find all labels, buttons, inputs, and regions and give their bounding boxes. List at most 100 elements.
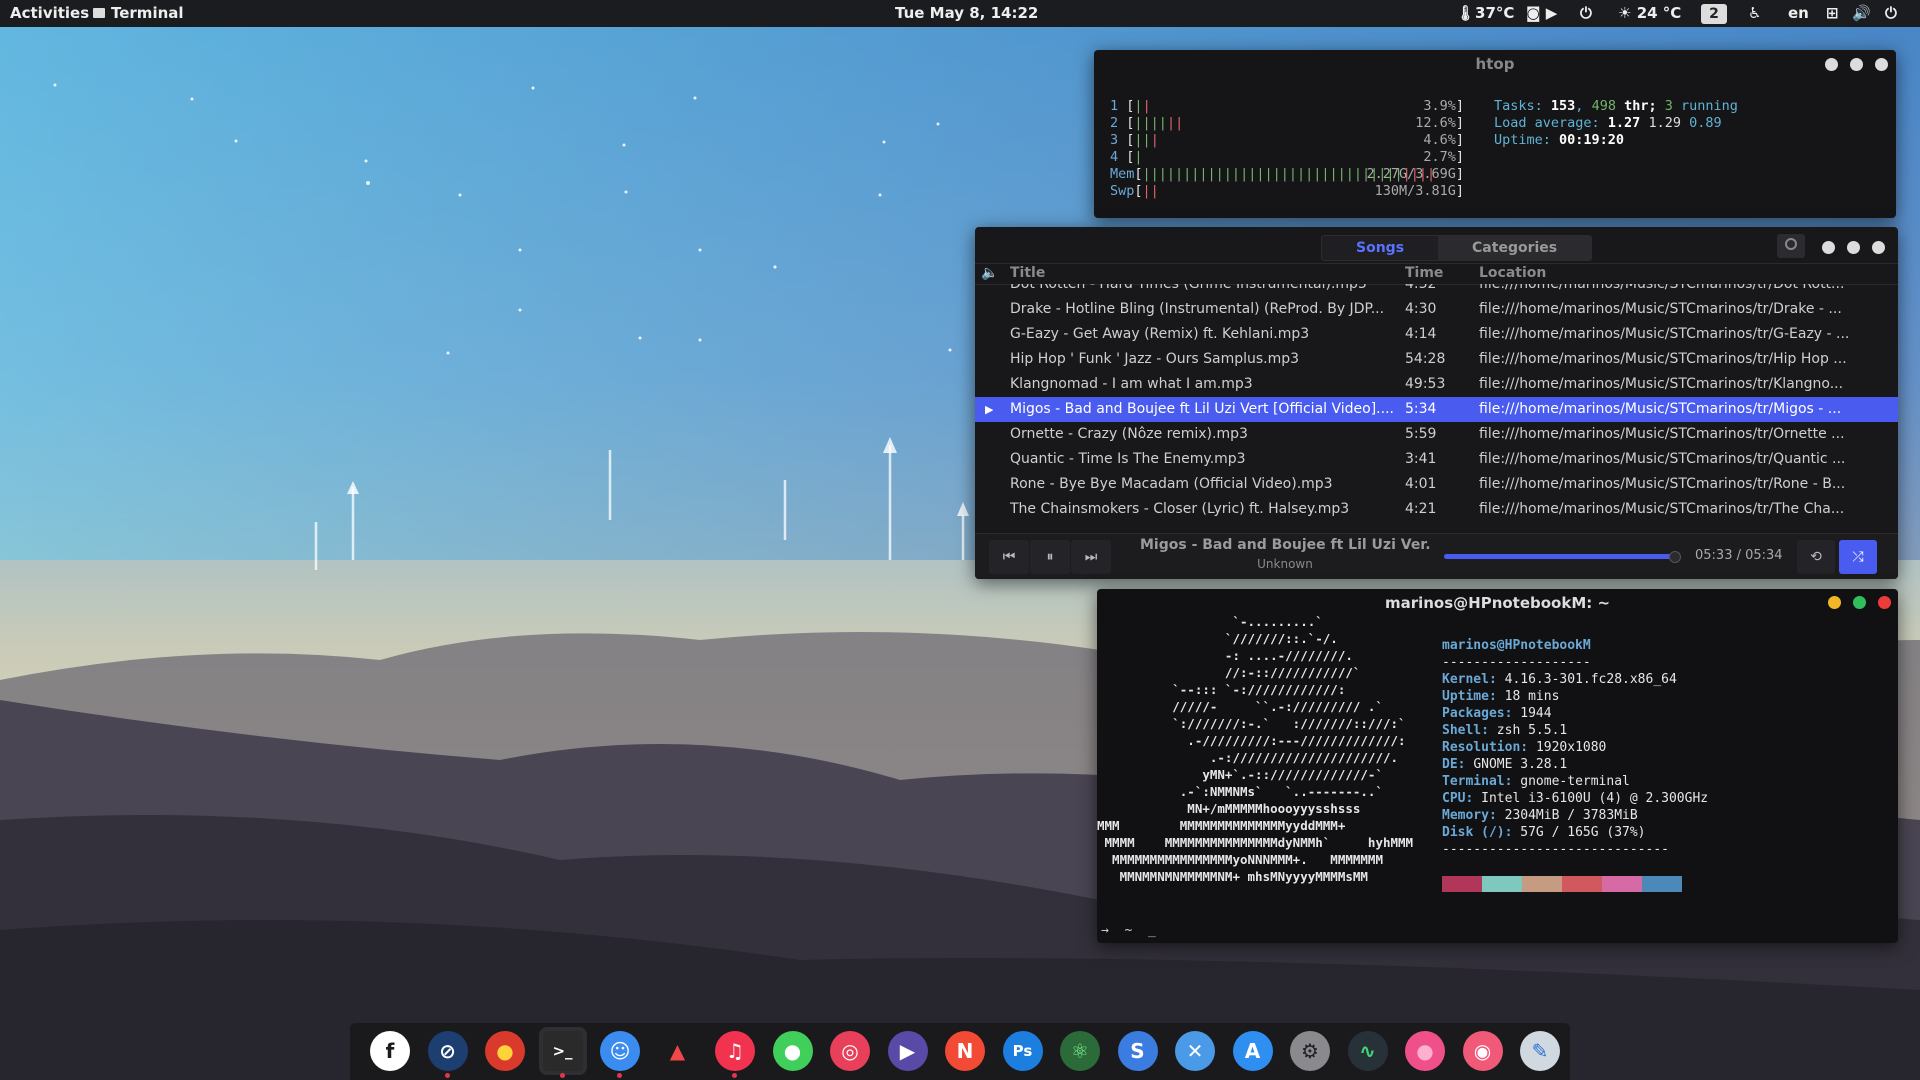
info-value: 1920x1080 (1535, 740, 1607, 755)
column-title[interactable]: Title (1010, 263, 1045, 283)
close-button[interactable] (1872, 241, 1885, 254)
safari-icon[interactable]: ⊘ (427, 1031, 468, 1071)
language-indicator[interactable]: en (1788, 0, 1809, 27)
palette-swatch (1642, 876, 1682, 892)
table-row[interactable]: Hip Hop ' Funk ' Jazz - Ours Samplus.mp3… (975, 347, 1898, 372)
maximize-button[interactable] (1850, 58, 1863, 71)
news-icon[interactable]: N (945, 1031, 985, 1071)
table-row[interactable]: ▶ Migos - Bad and Boujee ft Lil Uzi Vert … (975, 397, 1898, 422)
dock: f ⊘ ● >_ ☺ ▲ ♫ ● ◎ ▶ N Ps ⚛ S ✕ A ⚙ ∿ ● ◉ ✎ (350, 1023, 1570, 1080)
shell-prompt[interactable]: → ~ _ (1101, 922, 1156, 939)
photoshop-icon[interactable]: Ps (1002, 1031, 1043, 1071)
seek-slider[interactable] (1444, 551, 1681, 563)
shuffle-button[interactable]: ⤮ (1839, 540, 1877, 574)
table-row[interactable]: Rone - Bye Bye Macadam (Official Video).… (975, 472, 1898, 497)
terminal-window[interactable]: marinos@HPnotebookM: ~ `-.........` `///… (1097, 589, 1898, 943)
power-icon[interactable]: ⏻ (1885, 0, 1897, 27)
table-row[interactable]: Drake - Hotline Bling (Instrumental) (Re… (975, 297, 1898, 322)
terminal-icon[interactable]: >_ (542, 1031, 583, 1071)
finder-icon[interactable]: ☺ (600, 1031, 640, 1071)
pause-button[interactable]: ⏸ (1030, 540, 1070, 574)
table-row[interactable]: Dot Rotten - Hard Times (Grime Instrumen… (975, 284, 1898, 297)
instagram-icon[interactable]: ◎ (830, 1031, 870, 1071)
music-player-window[interactable]: Songs Categories 🔈 Title Time Location Do… (975, 227, 1898, 579)
cpu-temperature[interactable]: 🌡37°C (1456, 0, 1514, 27)
terminal-app-icon (93, 8, 105, 18)
messages-icon[interactable]: ● (772, 1031, 813, 1071)
next-button[interactable]: ⏭ (1071, 540, 1111, 574)
info-key: Resolution (1442, 740, 1521, 755)
settings-icon[interactable]: ⚙ (1290, 1031, 1330, 1071)
media-indicator[interactable]: ◙ ▶ (1526, 0, 1557, 27)
uptime-line: Uptime: 00:19:20 (1494, 132, 1624, 149)
text-editor-icon[interactable]: ✎ (1520, 1031, 1560, 1071)
clock[interactable]: Tue May 8, 14:22 (895, 0, 1038, 27)
close-button[interactable] (1875, 58, 1888, 71)
column-location[interactable]: Location (1479, 263, 1546, 283)
close-button[interactable] (1878, 596, 1891, 609)
color-palette (1442, 876, 1682, 892)
ascii-line: MMMMMMMMMMMMMMMMyoNNNMMM+. MMMMMMM (1097, 852, 1383, 867)
song-title: Rone - Bye Bye Macadam (Official Video).… (1010, 476, 1333, 492)
tab-categories[interactable]: Categories (1438, 236, 1592, 260)
weather-indicator[interactable]: ☀ 24 °C (1618, 0, 1681, 27)
ascii-line: MN+/mMMMMMhoooyyysshsss (1097, 801, 1361, 816)
info-key: CPU (1442, 791, 1466, 806)
maximize-button[interactable] (1847, 241, 1860, 254)
shuffle-icon: ⤮ (1852, 549, 1864, 565)
xcode-icon[interactable]: ✕ (1175, 1031, 1215, 1071)
seek-slider-fill (1444, 554, 1671, 559)
maximize-button[interactable] (1853, 596, 1866, 609)
paper-plane-icon[interactable]: ▲ (657, 1031, 698, 1071)
atom-icon[interactable]: ⚛ (1060, 1031, 1100, 1071)
minimize-button[interactable] (1828, 596, 1841, 609)
cpu-percent-value: 12.6% (1415, 115, 1456, 131)
info-value: Intel i3-6100U (4) @ 2.300GHz (1481, 791, 1709, 806)
simplenote-icon[interactable]: S (1117, 1031, 1158, 1071)
cat-icon[interactable]: ● (1405, 1031, 1445, 1071)
ascii-line: MMNMMNMNMMMMMNM+ mhsMNyyyyMMMMsMM (1097, 869, 1368, 884)
music-icon[interactable]: ♫ (715, 1031, 755, 1071)
table-row[interactable]: The Chainsmokers - Closer (Lyric) ft. Ha… (975, 497, 1898, 522)
table-row[interactable]: Quantic - Time Is The Enemy.mp3 3:41 file:… (975, 447, 1898, 472)
seek-slider-handle[interactable] (1669, 551, 1681, 563)
table-row[interactable]: G-Eazy - Get Away (Remix) ft. Kehlani.mp… (975, 322, 1898, 347)
activity-monitor-icon[interactable]: ∿ (1347, 1031, 1388, 1071)
skip-forward-icon: ⏭ (1084, 549, 1098, 565)
info-line: Packages: 1944 (1442, 706, 1552, 721)
fedora-icon[interactable]: f (370, 1031, 410, 1071)
table-row[interactable]: Ornette - Crazy (Nôze remix).mp3 5:59 file… (975, 422, 1898, 447)
htop-window[interactable]: htop 1 [|| 2 [|||||| 3 [||| 4 [| Mem[|||… (1094, 50, 1896, 218)
app-store-icon[interactable]: A (1232, 1031, 1273, 1071)
cpu-bar-green: | (1134, 149, 1143, 165)
load-15: 0.89 (1689, 115, 1722, 131)
column-time[interactable]: Time (1405, 263, 1443, 283)
song-location: file:///home/marinos/Music/STCmarinos/tr… (1479, 351, 1847, 367)
video-player-icon[interactable]: ▶ (887, 1031, 928, 1071)
search-button[interactable] (1777, 234, 1805, 258)
song-title: Hip Hop ' Funk ' Jazz - Ours Samplus.mp3 (1010, 351, 1300, 367)
minimize-button[interactable] (1822, 241, 1835, 254)
song-time: 4:01 (1405, 476, 1437, 492)
chrome-icon[interactable]: ● (485, 1031, 525, 1071)
previous-button[interactable]: ⏮ (989, 540, 1029, 574)
network-icon[interactable]: ⊞ (1826, 0, 1839, 27)
info-line: Disk (/): 57G / 165G (37%) (1442, 825, 1646, 840)
tab-songs[interactable]: Songs (1322, 236, 1439, 260)
app-menu[interactable]: Terminal (93, 0, 184, 27)
minimize-button[interactable] (1825, 58, 1838, 71)
workspace-indicator[interactable]: 2 (1701, 0, 1727, 27)
info-key: Terminal (1442, 774, 1505, 789)
info-key: Kernel (1442, 672, 1489, 687)
activities-button[interactable]: Activities (10, 0, 89, 27)
cpu-bar-red: || (1166, 115, 1184, 131)
night-light-indicator[interactable]: ⏻ (1580, 0, 1592, 27)
table-row[interactable]: Klangnomad - I am what I am.mp3 49:53 file… (975, 372, 1898, 397)
accessibility-icon[interactable]: ♿ (1748, 0, 1761, 27)
palette-swatch (1562, 876, 1602, 892)
load-5: 1.29 (1648, 115, 1681, 131)
repeat-button[interactable]: ⟲ (1797, 540, 1835, 574)
photo-booth-icon[interactable]: ◉ (1462, 1031, 1503, 1071)
search-icon (1785, 238, 1797, 250)
volume-icon[interactable]: 🔊 (1852, 0, 1871, 27)
